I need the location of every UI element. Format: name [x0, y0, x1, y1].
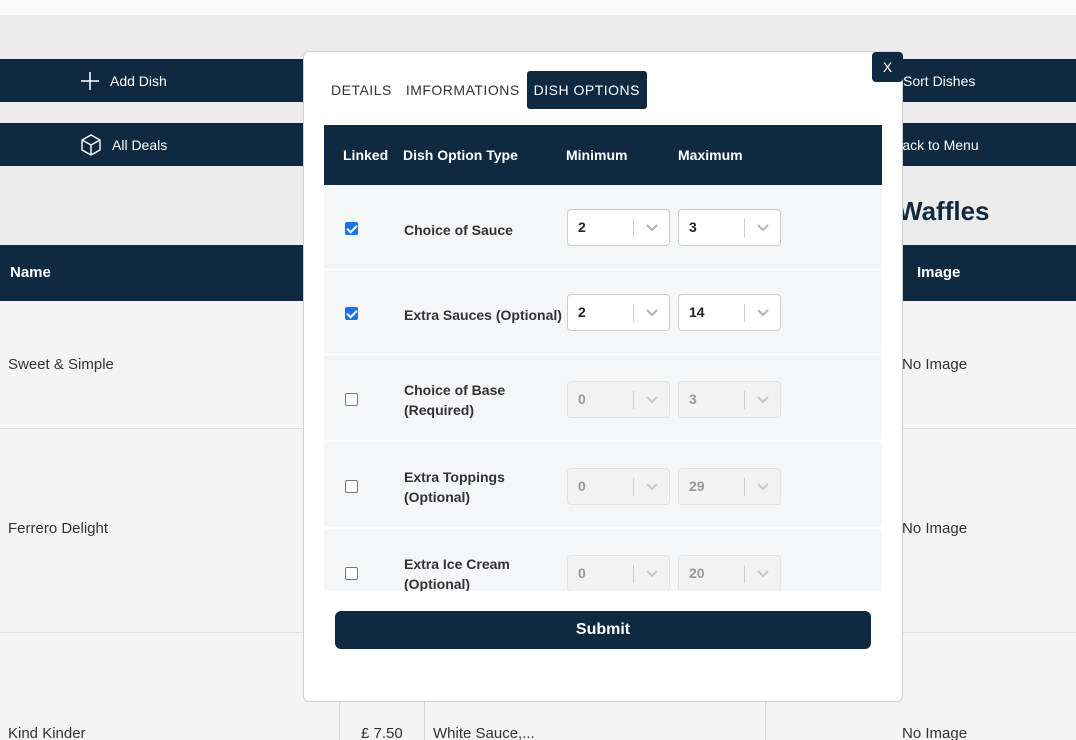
chevron-down-icon — [757, 224, 769, 232]
dish-name: Sweet & Simple — [8, 356, 114, 373]
tab-dish-options[interactable]: DISH OPTIONS — [526, 71, 648, 109]
chevron-down-icon — [646, 570, 658, 578]
maximum-value: 20 — [689, 565, 705, 581]
chevron-down-icon — [646, 396, 658, 404]
tab-imformations[interactable]: IMFORMATIONS — [399, 71, 527, 109]
add-dish-button[interactable]: Add Dish — [0, 59, 320, 102]
minimum-value: 2 — [578, 219, 586, 235]
column-linked: Linked — [343, 147, 389, 163]
box-icon — [80, 133, 102, 157]
minimum-value: 2 — [578, 304, 586, 320]
minimum-value: 0 — [578, 478, 586, 494]
dish-option-row: Extra Ice Cream (Optional) 0 20 — [324, 529, 882, 591]
submit-button[interactable]: Submit — [335, 611, 871, 649]
chevron-down-icon — [757, 570, 769, 578]
maximum-value: 14 — [689, 304, 705, 320]
dish-image: No Image — [902, 725, 968, 740]
column-option-type: Dish Option Type — [403, 147, 518, 163]
modal-tabs: DETAILS IMFORMATIONS DISH OPTIONS — [324, 71, 648, 109]
back-to-menu-label: Back to Menu — [893, 136, 979, 153]
sort-dishes-button[interactable]: Sort Dishes — [880, 59, 1076, 102]
maximum-select: 29 — [678, 468, 781, 505]
chevron-down-icon — [646, 483, 658, 491]
linked-checkbox[interactable] — [345, 307, 358, 320]
maximum-value: 29 — [689, 478, 705, 494]
column-name: Name — [10, 264, 51, 281]
column-image: Image — [917, 264, 961, 281]
add-dish-label: Add Dish — [110, 72, 167, 89]
all-deals-button[interactable]: All Deals — [0, 123, 320, 166]
top-bar — [0, 0, 1076, 15]
minimum-select: 0 — [567, 468, 670, 505]
dish-option-row: Extra Sauces (Optional) 2 14 — [324, 270, 882, 354]
maximum-select[interactable]: 14 — [678, 294, 781, 331]
linked-checkbox[interactable] — [345, 222, 358, 235]
option-type-label: Extra Ice Cream (Optional) — [404, 556, 510, 591]
chevron-down-icon — [757, 396, 769, 404]
dish-description: White Sauce,... — [433, 725, 535, 740]
chevron-down-icon — [646, 309, 658, 317]
option-type-label: Extra Sauces (Optional) — [404, 307, 562, 323]
dish-name: Ferrero Delight — [8, 520, 109, 537]
sort-dishes-label: Sort Dishes — [903, 72, 976, 89]
minimum-value: 0 — [578, 391, 586, 407]
minimum-select[interactable]: 2 — [567, 294, 670, 331]
dish-option-row: Choice of Base (Required) 0 3 — [324, 355, 882, 440]
dish-image: No Image — [902, 356, 968, 373]
minimum-select: 0 — [567, 381, 670, 418]
dish-options-header: Linked Dish Option Type Minimum Maximum — [324, 125, 882, 185]
maximum-value: 3 — [689, 219, 697, 235]
linked-checkbox[interactable] — [345, 393, 358, 406]
all-deals-label: All Deals — [112, 136, 168, 153]
dish-image: No Image — [902, 520, 968, 537]
chevron-down-icon — [646, 224, 658, 232]
linked-checkbox[interactable] — [345, 567, 358, 580]
category-title: Waffles — [898, 196, 990, 226]
plus-icon — [80, 71, 100, 91]
minimum-select: 0 — [567, 555, 670, 591]
dish-option-row: Extra Toppings (Optional) 0 29 — [324, 442, 882, 527]
dish-name: Kind Kinder — [8, 725, 86, 740]
maximum-select[interactable]: 3 — [678, 209, 781, 246]
tab-details[interactable]: DETAILS — [324, 71, 399, 109]
maximum-select: 3 — [678, 381, 781, 418]
dish-price: £ 7.50 — [361, 725, 403, 740]
chevron-down-icon — [757, 483, 769, 491]
option-type-label: Extra Toppings (Optional) — [404, 469, 505, 505]
dish-option-row: Choice of Sauce 2 3 — [324, 185, 882, 269]
maximum-select: 20 — [678, 555, 781, 591]
minimum-select[interactable]: 2 — [567, 209, 670, 246]
dish-options-scroll-area[interactable]: Linked Dish Option Type Minimum Maximum … — [324, 125, 882, 591]
maximum-value: 3 — [689, 391, 697, 407]
chevron-down-icon — [757, 309, 769, 317]
minimum-value: 0 — [578, 565, 586, 581]
option-type-label: Choice of Sauce — [404, 222, 513, 238]
close-button[interactable]: X — [872, 52, 903, 82]
column-minimum: Minimum — [566, 147, 628, 163]
column-maximum: Maximum — [678, 147, 743, 163]
back-to-menu-button[interactable]: Back to Menu — [880, 123, 1076, 166]
linked-checkbox[interactable] — [345, 480, 358, 493]
option-type-label: Choice of Base (Required) — [404, 382, 506, 418]
